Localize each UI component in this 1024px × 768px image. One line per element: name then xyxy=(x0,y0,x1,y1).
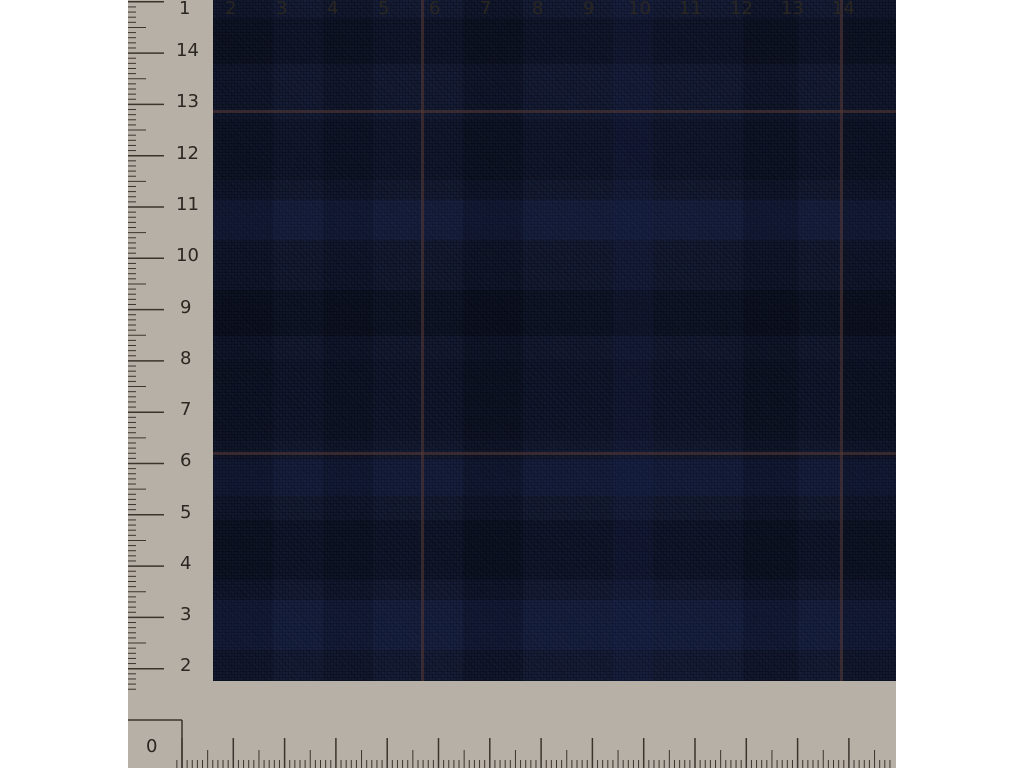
ruler-number: 14 xyxy=(176,40,199,61)
fabric-dark-band xyxy=(843,0,896,681)
overcheck-stripe xyxy=(213,110,896,113)
ruler-number: 11 xyxy=(679,0,702,19)
ruler-number: 4 xyxy=(327,0,339,19)
ruler-number: 12 xyxy=(176,143,199,164)
fabric-dark-band xyxy=(213,0,273,681)
overcheck-stripe xyxy=(421,0,424,681)
ruler-number: 12 xyxy=(730,0,753,19)
ruler-number: 1 xyxy=(179,0,191,19)
ruler-number: 9 xyxy=(180,297,192,318)
ruler-number: 6 xyxy=(180,450,192,471)
overcheck-stripe xyxy=(840,0,843,681)
ruler-number: 3 xyxy=(180,604,192,625)
ruler-number: 3 xyxy=(276,0,288,19)
ruler-number: 10 xyxy=(176,245,199,266)
ruler-number: 7 xyxy=(480,0,492,19)
fabric-dark-band xyxy=(463,0,523,681)
ruler-number: 7 xyxy=(180,399,192,420)
plaid-fabric-swatch xyxy=(213,0,896,681)
ruler-number: 11 xyxy=(176,194,199,215)
ruler-number: 8 xyxy=(532,0,544,19)
ruler-number: 14 xyxy=(832,0,855,19)
ruler-number: 2 xyxy=(225,0,237,19)
ruler-origin-label: 0 xyxy=(146,736,158,757)
ruler-number: 6 xyxy=(429,0,441,19)
fabric-blue-band xyxy=(613,0,653,681)
fabric-dark-band xyxy=(743,0,798,681)
overcheck-stripe xyxy=(213,452,896,455)
ruler-number: 8 xyxy=(180,348,192,369)
ruler-number: 4 xyxy=(180,553,192,574)
ruler-number: 5 xyxy=(180,502,192,523)
ruler-number: 13 xyxy=(781,0,804,19)
ruler-number: 10 xyxy=(628,0,651,19)
left-ruler xyxy=(128,1,164,690)
ruler-number: 13 xyxy=(176,91,199,112)
ruler-number: 2 xyxy=(180,655,192,676)
ruler-number: 5 xyxy=(378,0,390,19)
fabric-dark-band xyxy=(323,0,373,681)
ruler-number: 9 xyxy=(583,0,595,19)
photo-frame: 14 13 12 11 10 9 8 7 6 5 4 3 2 1 2 3 4 5… xyxy=(128,0,896,768)
